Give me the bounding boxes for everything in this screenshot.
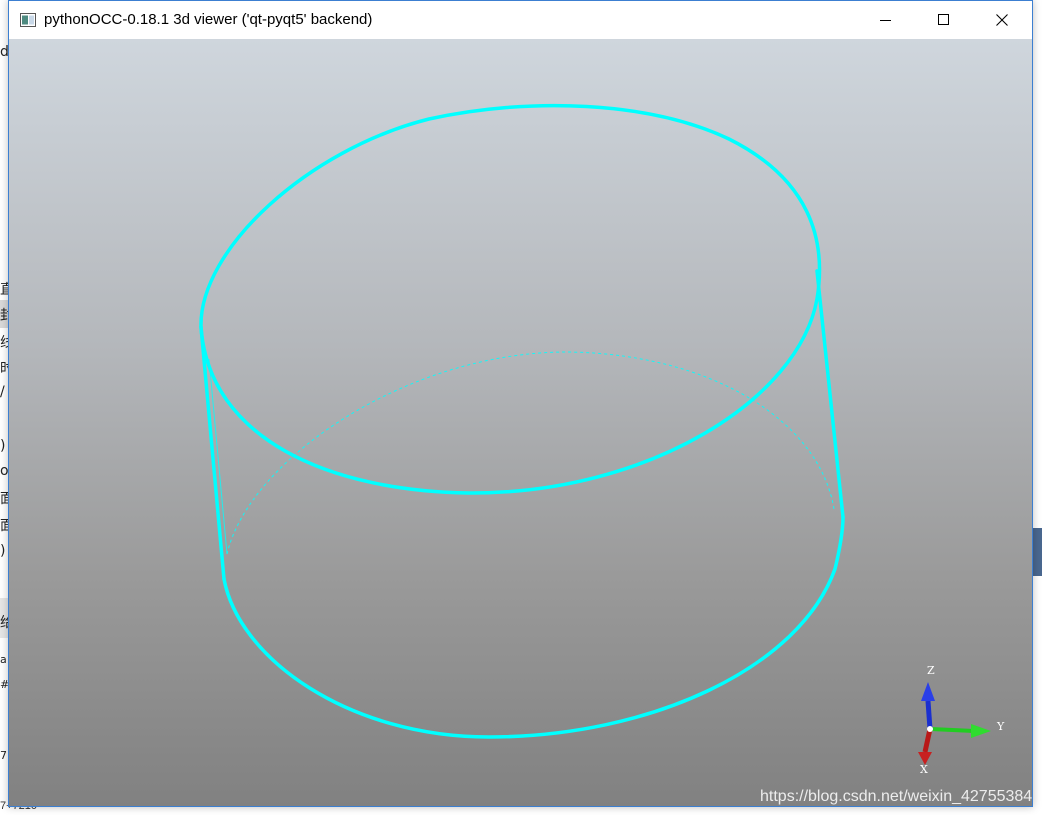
cylinder-wireframe	[199, 103, 845, 739]
viewer-window: pythonOCC-0.18.1 3d viewer ('qt-pyqt5' b…	[8, 0, 1033, 807]
origin-point	[927, 726, 933, 732]
y-axis-arrowhead-icon	[971, 724, 991, 738]
cylinder-left-edge	[199, 325, 226, 581]
cylinder-top-edge	[199, 103, 822, 495]
axis-triedron: Z Y X	[918, 664, 1005, 776]
app-window-icon	[20, 13, 36, 27]
z-axis-arrowhead-icon	[921, 682, 935, 701]
y-axis-label: Y	[996, 720, 1005, 733]
cylinder-bottom-hidden-edge	[226, 351, 835, 555]
close-icon	[996, 14, 1008, 26]
z-axis-label: Z	[927, 664, 935, 677]
scene-canvas[interactable]: Z Y X	[9, 39, 1032, 806]
title-bar[interactable]: pythonOCC-0.18.1 3d viewer ('qt-pyqt5' b…	[9, 1, 1032, 39]
close-button[interactable]	[973, 1, 1031, 39]
maximize-icon	[938, 14, 949, 25]
maximize-button[interactable]	[915, 1, 973, 39]
window-title: pythonOCC-0.18.1 3d viewer ('qt-pyqt5' b…	[44, 11, 373, 28]
cylinder-right-edge	[815, 269, 845, 519]
z-axis-icon	[925, 700, 933, 730]
x-axis-icon	[922, 728, 933, 753]
watermark-text: https://blog.csdn.net/weixin_42755384	[760, 788, 1032, 805]
x-axis-label: X	[920, 763, 928, 776]
minimize-icon	[880, 20, 891, 21]
minimize-button[interactable]	[857, 1, 915, 39]
background-panel	[1032, 528, 1042, 576]
y-axis-icon	[930, 727, 975, 733]
3d-viewport[interactable]: Z Y X https://blog.csdn.net/weixin_42755…	[9, 39, 1032, 806]
cylinder-bottom-edge	[222, 515, 845, 739]
